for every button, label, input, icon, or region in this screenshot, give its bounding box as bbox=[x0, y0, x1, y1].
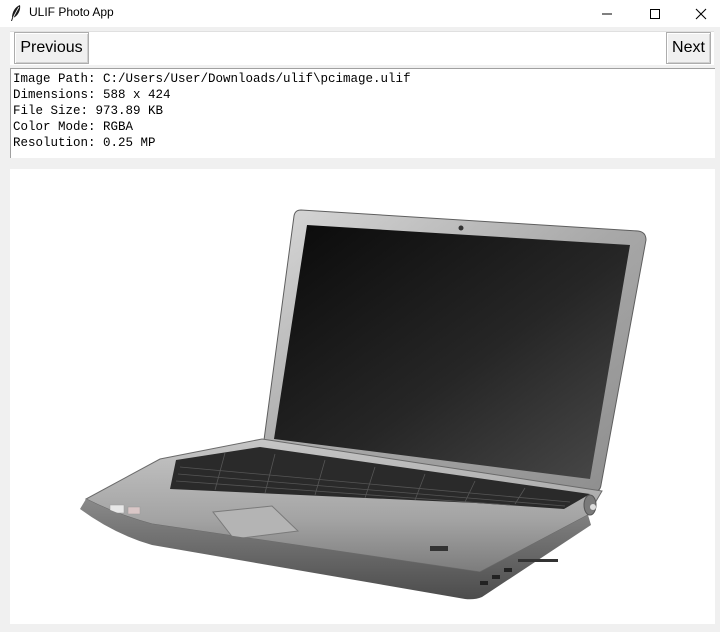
dimensions-text: Dimensions: 588 x 424 bbox=[13, 88, 171, 102]
minimize-button[interactable] bbox=[584, 0, 630, 27]
image-canvas bbox=[10, 169, 715, 624]
laptop-image bbox=[80, 209, 647, 600]
previous-button[interactable]: Previous bbox=[14, 32, 89, 64]
color-mode-text: Color Mode: RGBA bbox=[13, 120, 134, 134]
minimize-icon bbox=[602, 13, 612, 14]
close-button[interactable] bbox=[678, 0, 720, 27]
title-bar: ULIF Photo App bbox=[0, 0, 720, 27]
feather-icon bbox=[9, 4, 23, 22]
close-icon bbox=[695, 8, 707, 19]
image-info-panel: Image Path: C:/Users/User/Downloads/ulif… bbox=[10, 68, 715, 158]
window-title: ULIF Photo App bbox=[29, 5, 114, 19]
navigation-bar bbox=[10, 31, 714, 65]
maximize-icon bbox=[650, 8, 660, 19]
maximize-button[interactable] bbox=[632, 0, 678, 27]
resolution-text: Resolution: 0.25 MP bbox=[13, 136, 156, 150]
image-path-text: Image Path: C:/Users/User/Downloads/ulif… bbox=[13, 72, 411, 86]
next-button[interactable]: Next bbox=[666, 32, 711, 64]
file-size-text: File Size: 973.89 KB bbox=[13, 104, 164, 118]
